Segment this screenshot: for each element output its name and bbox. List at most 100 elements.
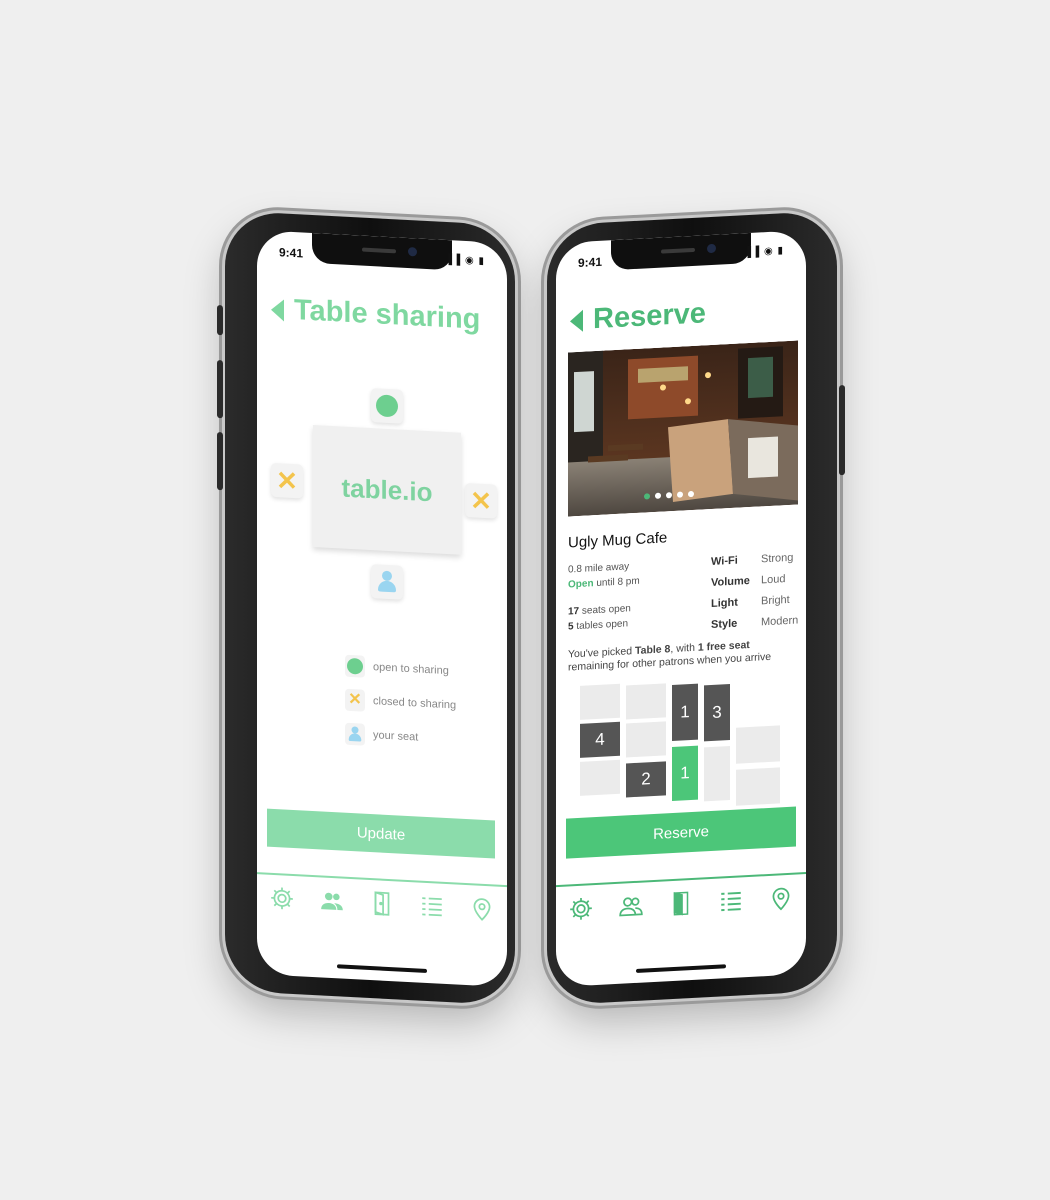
selection-summary: You've picked Table 8, with 1 free seat … [568, 636, 798, 674]
status-time: 9:41 [578, 254, 603, 270]
cafe-name: Ugly Mug Cafe [568, 529, 668, 552]
seat-top-open[interactable] [371, 388, 403, 424]
open-until: until 8 pm [596, 575, 640, 590]
green-dot-icon [376, 394, 398, 418]
table-cell[interactable] [736, 767, 780, 806]
cafe-info: 0.8 mile away Open until 8 pm 17 seats o… [568, 559, 640, 635]
table-cell[interactable] [704, 746, 730, 802]
legend-item: ✕ closed to sharing [345, 683, 456, 723]
front-camera [707, 243, 716, 254]
notch [312, 232, 452, 271]
settings-icon[interactable] [566, 893, 596, 925]
x-mark-icon: ✕ [470, 485, 492, 517]
phone-reserve: 9:41 ▐▐ ◉ ▮ Reserve Ugly Mug Cafe 0.8 mi… [547, 210, 845, 1006]
attribute-key: Volume [711, 574, 750, 589]
back-arrow-icon[interactable] [570, 309, 583, 332]
seat-bottom-yours[interactable] [371, 564, 403, 600]
person-icon [345, 722, 365, 746]
table-cell[interactable] [626, 721, 666, 758]
attribute-value: Modern [761, 613, 799, 628]
page-title: Reserve [593, 297, 706, 336]
location-pin-icon[interactable] [766, 883, 796, 915]
tables-label: tables open [576, 618, 629, 633]
front-camera [408, 246, 417, 257]
phone-table-sharing: 9:41 ▐▐ ◉ ▮ Table sharing ✕ ✕ table.io o… [217, 210, 515, 1006]
notch [611, 232, 751, 271]
status-icons: ▐▐ ◉ ▮ [744, 245, 784, 259]
speaker [661, 247, 695, 254]
green-dot-icon [345, 654, 365, 678]
table-cell-occupied[interactable]: 2 [626, 761, 666, 798]
door-icon[interactable] [666, 888, 696, 920]
users-icon[interactable] [616, 890, 646, 922]
cafe-photo[interactable] [568, 340, 798, 517]
attribute-value: Loud [761, 572, 786, 586]
attribute-row: Style Modern [711, 609, 798, 635]
bottom-nav [556, 882, 806, 925]
picked-table: Table 8 [635, 643, 671, 657]
screen: 9:41 ▐▐ ◉ ▮ Reserve Ugly Mug Cafe 0.8 mi… [556, 230, 806, 988]
header: Table sharing [271, 293, 480, 337]
bottom-nav [257, 882, 507, 925]
legend-label: closed to sharing [373, 695, 457, 712]
seat-left-closed[interactable]: ✕ [271, 462, 303, 499]
attribute-key: Wi-Fi [711, 554, 738, 568]
carousel-dot[interactable] [666, 492, 672, 499]
table-label: table.io [341, 472, 433, 507]
carousel-dot[interactable] [644, 493, 650, 500]
table: table.io [313, 425, 461, 555]
table-cell-occupied[interactable]: 3 [704, 684, 730, 742]
table-cell[interactable] [736, 725, 780, 764]
location-pin-icon[interactable] [467, 893, 497, 925]
volume-down-button [217, 431, 223, 491]
door-icon[interactable] [367, 888, 397, 920]
speaker [362, 247, 396, 254]
users-icon[interactable] [317, 885, 347, 917]
list-icon[interactable] [716, 885, 746, 917]
cafe-attributes: Wi-Fi Strong Volume Loud Light Bright Style… [711, 546, 798, 635]
legend-item: your seat [345, 717, 456, 757]
attribute-value: Bright [761, 593, 790, 607]
volume-up-button [217, 359, 223, 419]
legend-label: open to sharing [373, 661, 449, 678]
legend: open to sharing ✕ closed to sharing your… [345, 649, 456, 757]
home-indicator [337, 964, 427, 973]
x-mark-icon: ✕ [276, 465, 298, 497]
attribute-key: Style [711, 617, 738, 631]
power-button [839, 384, 845, 476]
tables-open: 5 tables open [568, 616, 640, 635]
mute-switch [217, 304, 223, 336]
tables-count: 5 [568, 621, 574, 633]
table-cell[interactable] [580, 759, 620, 796]
seat-right-closed[interactable]: ✕ [465, 482, 497, 519]
seats-count: 17 [568, 605, 580, 618]
carousel-dot[interactable] [677, 491, 683, 498]
table-cell[interactable] [580, 683, 620, 720]
status-time: 9:41 [279, 245, 304, 261]
table-cell-occupied[interactable]: 4 [580, 721, 620, 758]
list-icon[interactable] [417, 890, 447, 922]
person-icon [377, 570, 397, 593]
attribute-value: Strong [761, 551, 794, 565]
legend-label: your seat [373, 729, 419, 744]
table-cell-occupied[interactable]: 1 [672, 683, 698, 742]
open-status: Open [568, 578, 594, 591]
legend-item: open to sharing [345, 649, 456, 689]
carousel-dot[interactable] [688, 490, 694, 498]
carousel-dot[interactable] [655, 492, 661, 499]
summary-text: , with [670, 641, 698, 656]
table-cell-selected[interactable]: 1 [672, 745, 698, 802]
back-arrow-icon[interactable] [271, 298, 284, 321]
screen: 9:41 ▐▐ ◉ ▮ Table sharing ✕ ✕ table.io o… [257, 230, 507, 988]
header: Reserve [570, 297, 706, 337]
update-button[interactable]: Update [267, 808, 495, 859]
settings-icon[interactable] [267, 883, 297, 915]
page-title: Table sharing [294, 294, 481, 336]
seating-map: 1 3 4 2 1 [580, 675, 780, 815]
home-indicator [636, 964, 726, 973]
seats-label: seats open [581, 603, 631, 617]
attribute-key: Light [711, 596, 738, 610]
x-mark-icon: ✕ [345, 688, 365, 712]
status-icons: ▐▐ ◉ ▮ [445, 253, 485, 268]
table-cell[interactable] [626, 683, 666, 720]
